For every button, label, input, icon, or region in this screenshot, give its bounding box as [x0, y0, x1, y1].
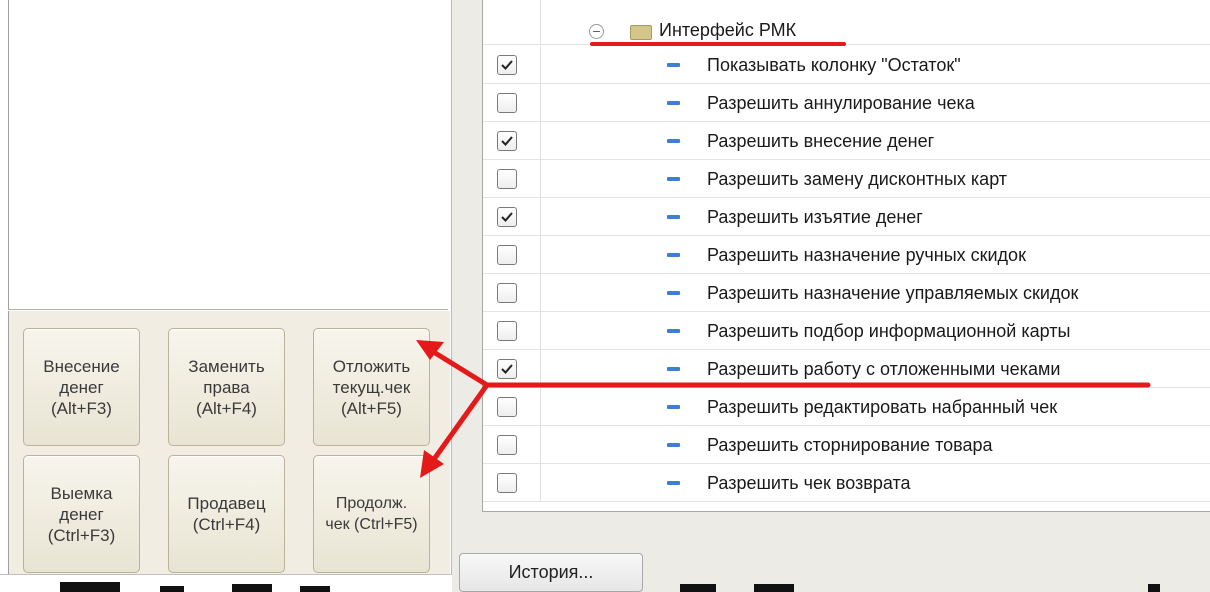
- cash-in-button[interactable]: Внесение денег (Alt+F3): [23, 328, 140, 446]
- item-marker-icon: [667, 443, 680, 447]
- permission-label: Разрешить внесение денег: [707, 131, 935, 151]
- check-cell: [483, 388, 541, 426]
- permission-label: Показывать колонку "Остаток": [707, 55, 961, 75]
- table-row[interactable]: Разрешить аннулирование чека: [483, 84, 1210, 122]
- table-row[interactable]: Разрешить изъятие денег: [483, 198, 1210, 236]
- permission-checkbox[interactable]: [497, 207, 517, 227]
- table-row[interactable]: Разрешить работу с отложенными чеками: [483, 350, 1210, 388]
- permission-checkbox[interactable]: [497, 131, 517, 151]
- right-panel: Интерфейс РМК Показывать колонку "Остато…: [452, 0, 1210, 592]
- bottom-strip: [0, 574, 452, 592]
- permission-checkbox[interactable]: [497, 321, 517, 341]
- continue-receipt-button[interactable]: Продолж. чек (Ctrl+F5): [313, 455, 430, 573]
- permission-label: Разрешить чек возврата: [707, 473, 911, 493]
- table-row[interactable]: Разрешить сторнирование товара: [483, 426, 1210, 464]
- check-cell: [483, 312, 541, 350]
- collapse-icon[interactable]: [589, 24, 604, 39]
- change-rights-button[interactable]: Заменить права (Alt+F4): [168, 328, 285, 446]
- item-marker-icon: [667, 101, 680, 105]
- permission-checkbox[interactable]: [497, 473, 517, 493]
- permissions-grid: Интерфейс РМК Показывать колонку "Остато…: [482, 0, 1210, 512]
- group-row[interactable]: Интерфейс РМК: [483, 0, 1210, 45]
- item-marker-icon: [667, 367, 680, 371]
- left-panel: Внесение денег (Alt+F3) Заменить права (…: [0, 0, 452, 592]
- group-label: Интерфейс РМК: [659, 20, 797, 40]
- check-cell: [483, 84, 541, 122]
- item-marker-icon: [667, 253, 680, 257]
- table-row[interactable]: Разрешить подбор информационной карты: [483, 312, 1210, 350]
- table-row[interactable]: Разрешить внесение денег: [483, 122, 1210, 160]
- permission-checkbox[interactable]: [497, 93, 517, 113]
- check-cell: [483, 274, 541, 312]
- item-marker-icon: [667, 405, 680, 409]
- check-cell: [483, 236, 541, 274]
- table-row[interactable]: Разрешить редактировать набранный чек: [483, 388, 1210, 426]
- item-marker-icon: [667, 63, 680, 67]
- item-marker-icon: [667, 177, 680, 181]
- permission-checkbox[interactable]: [497, 283, 517, 303]
- permission-label: Разрешить назначение управляемых скидок: [707, 283, 1079, 303]
- permission-label: Разрешить изъятие денег: [707, 207, 923, 227]
- check-cell: [483, 426, 541, 464]
- history-button[interactable]: История...: [459, 553, 643, 592]
- group-check-cell: [483, 0, 541, 45]
- item-marker-icon: [667, 481, 680, 485]
- permission-checkbox[interactable]: [497, 245, 517, 265]
- permission-checkbox[interactable]: [497, 359, 517, 379]
- check-cell: [483, 464, 541, 502]
- item-marker-icon: [667, 215, 680, 219]
- permission-label: Разрешить сторнирование товара: [707, 435, 993, 455]
- permission-label: Разрешить аннулирование чека: [707, 93, 975, 113]
- empty-pane: [8, 0, 448, 310]
- check-cell: [483, 350, 541, 388]
- folder-icon: [630, 25, 652, 40]
- table-row[interactable]: Показывать колонку "Остаток": [483, 46, 1210, 84]
- table-row[interactable]: Разрешить замену дисконтных карт: [483, 160, 1210, 198]
- check-cell: [483, 122, 541, 160]
- permission-label: Разрешить подбор информационной карты: [707, 321, 1071, 341]
- postpone-receipt-button[interactable]: Отложить текущ.чек (Alt+F5): [313, 328, 430, 446]
- permission-checkbox[interactable]: [497, 435, 517, 455]
- permission-label: Разрешить назначение ручных скидок: [707, 245, 1026, 265]
- cash-out-button[interactable]: Выемка денег (Ctrl+F3): [23, 455, 140, 573]
- item-marker-icon: [667, 139, 680, 143]
- permission-checkbox[interactable]: [497, 397, 517, 417]
- check-cell: [483, 198, 541, 236]
- item-marker-icon: [667, 291, 680, 295]
- permission-checkbox[interactable]: [497, 55, 517, 75]
- table-row[interactable]: Разрешить назначение ручных скидок: [483, 236, 1210, 274]
- check-cell: [483, 160, 541, 198]
- table-row[interactable]: Разрешить назначение управляемых скидок: [483, 274, 1210, 312]
- permission-label: Разрешить работу с отложенными чеками: [707, 359, 1061, 379]
- permission-checkbox[interactable]: [497, 169, 517, 189]
- seller-button[interactable]: Продавец (Ctrl+F4): [168, 455, 285, 573]
- table-row[interactable]: Разрешить чек возврата: [483, 464, 1210, 502]
- permission-label: Разрешить замену дисконтных карт: [707, 169, 1008, 189]
- check-cell: [483, 46, 541, 84]
- permission-label: Разрешить редактировать набранный чек: [707, 397, 1058, 417]
- item-marker-icon: [667, 329, 680, 333]
- action-buttons-area: Внесение денег (Alt+F3) Заменить права (…: [8, 311, 450, 592]
